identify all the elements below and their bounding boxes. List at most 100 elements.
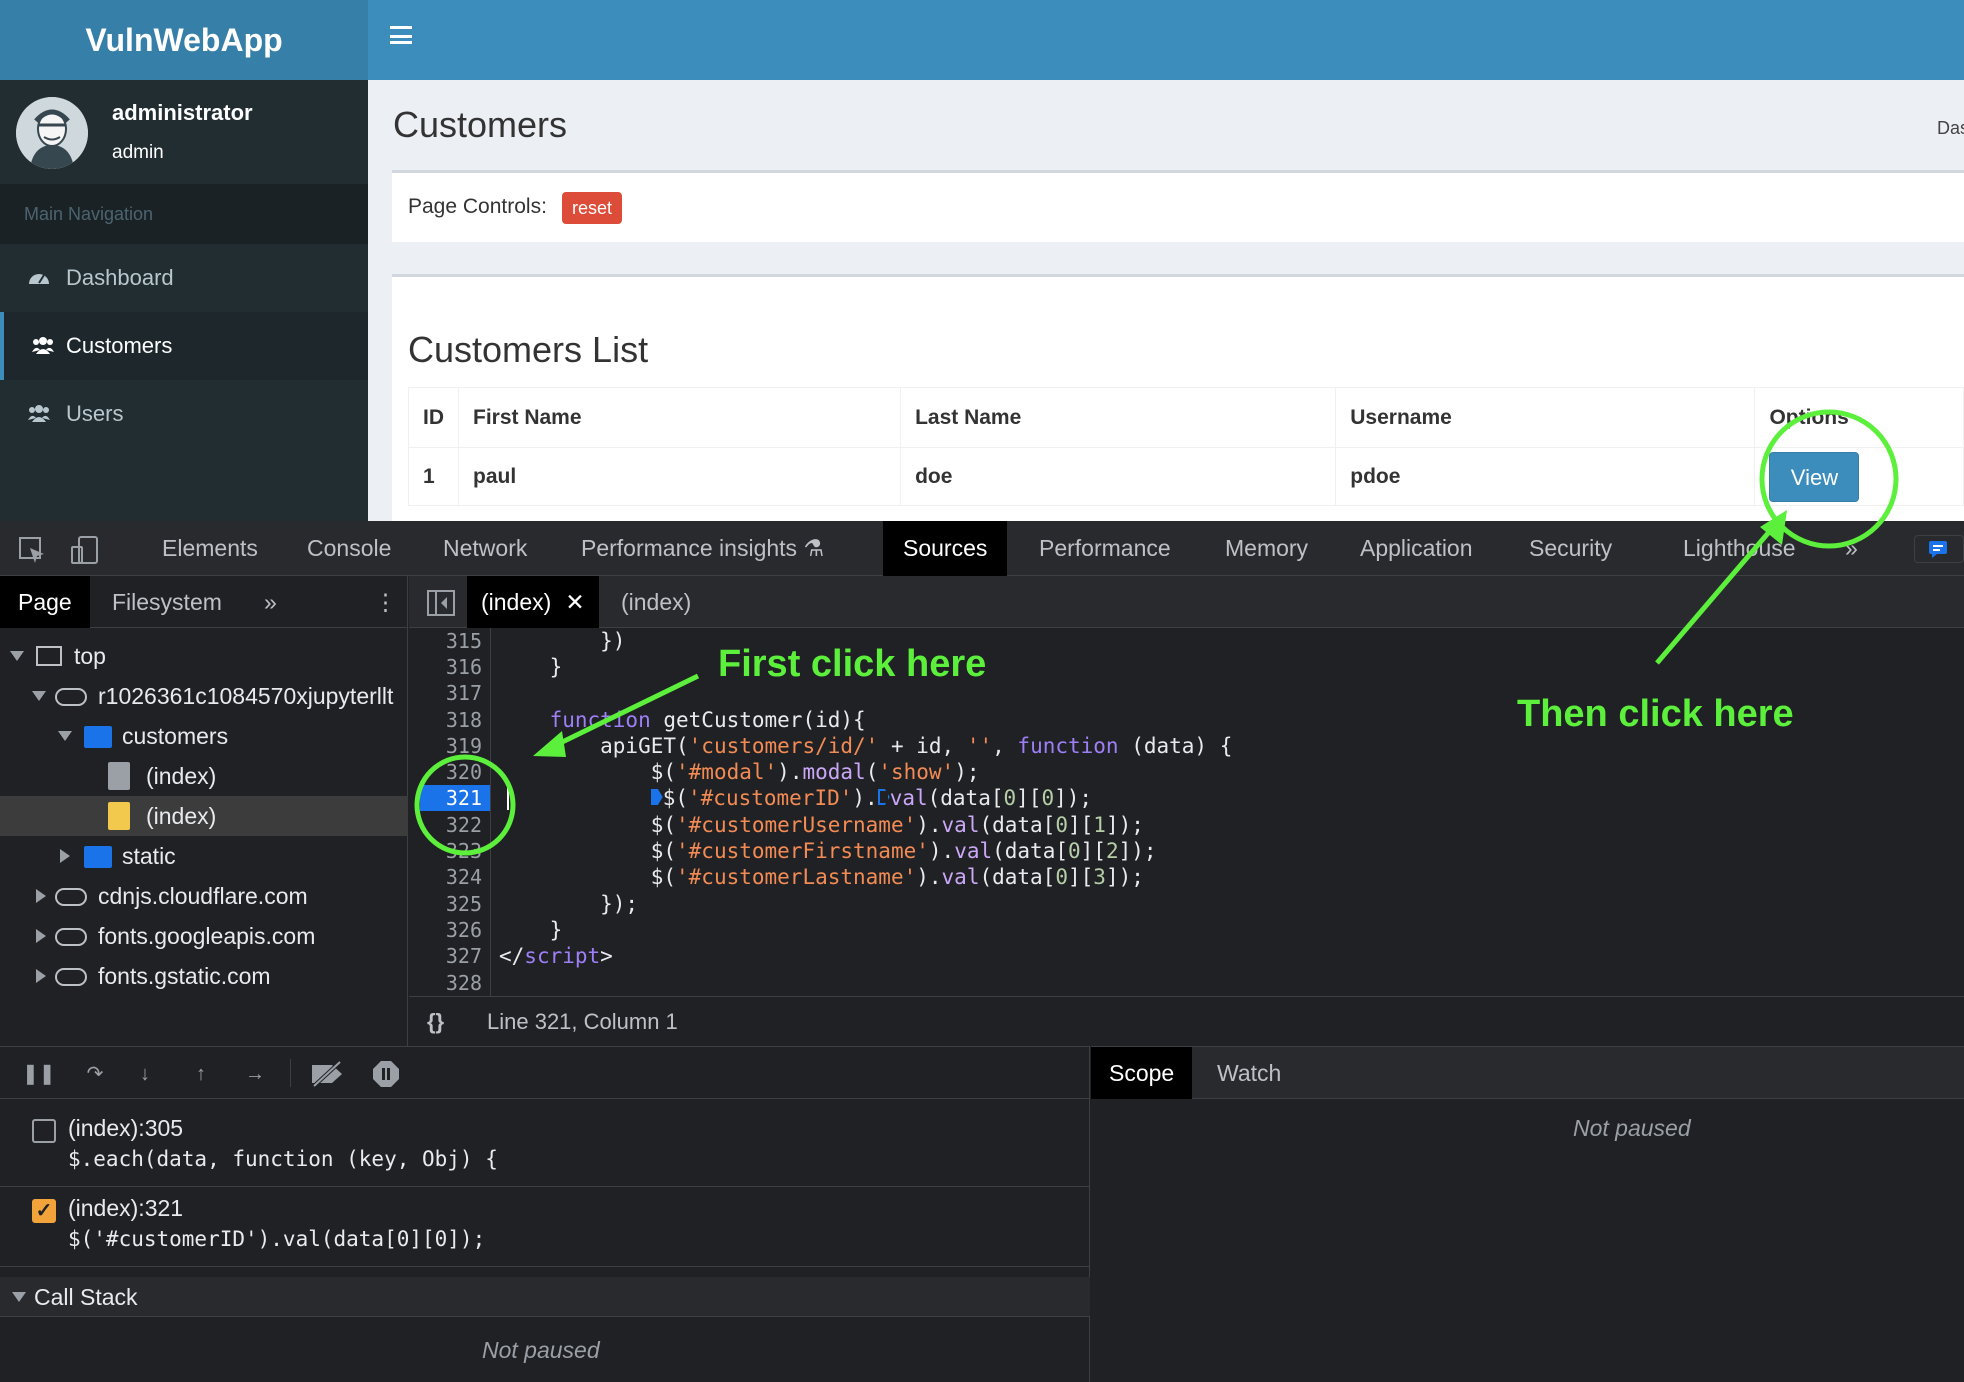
method: val xyxy=(941,865,980,889)
tree-item-customers[interactable]: customers xyxy=(0,716,408,756)
tab-application[interactable]: Application xyxy=(1340,521,1493,576)
code-line: }) xyxy=(499,629,626,653)
user-panel: administrator admin xyxy=(0,80,368,184)
code-text: (data[ xyxy=(979,865,1056,889)
line-number[interactable]: 319 xyxy=(446,733,482,759)
scope-status: Not paused xyxy=(1573,1115,1691,1141)
tab-security[interactable]: Security xyxy=(1509,521,1632,576)
breakpoint-checkbox[interactable]: ✓ xyxy=(32,1199,56,1223)
folder-icon xyxy=(84,846,112,868)
code-text: ). xyxy=(852,786,878,810)
code-text: ]); xyxy=(1105,865,1144,889)
line-number[interactable]: 326 xyxy=(446,917,482,943)
line-number[interactable]: 320 xyxy=(446,759,482,785)
tab-performance[interactable]: Performance xyxy=(1019,521,1191,576)
customers-list-box: Customers List ID First Name Last Name U… xyxy=(392,274,1964,521)
sidebar-item-dashboard[interactable]: Dashboard xyxy=(0,244,368,312)
code-text: ). xyxy=(777,760,803,784)
line-number[interactable]: 317 xyxy=(446,680,482,706)
tree-item-fonts-gstatic[interactable]: fonts.gstatic.com xyxy=(0,956,408,996)
call-stack-header[interactable]: Call Stack xyxy=(0,1277,1090,1317)
inline-breakpoint-icon[interactable] xyxy=(650,789,663,805)
editor-tabs: (index) ✕ (index) xyxy=(409,576,1964,628)
breakpoint-location[interactable]: (index):305 xyxy=(68,1115,183,1142)
tab-console[interactable]: Console xyxy=(287,521,411,576)
more-tabs-icon[interactable]: » xyxy=(1825,521,1878,576)
code-text: $( xyxy=(499,865,677,889)
menu-toggle-icon[interactable] xyxy=(390,26,412,44)
tree-item-top[interactable]: top xyxy=(0,636,408,676)
sidebar: administrator admin Main Navigation Dash… xyxy=(0,80,368,521)
code-text: ). xyxy=(916,813,942,837)
breadcrumb[interactable]: Das xyxy=(1937,118,1964,139)
kebab-menu-icon[interactable]: ⋮ xyxy=(356,576,415,628)
tab-filesystem[interactable]: Filesystem xyxy=(94,576,240,628)
step-icon[interactable]: → xyxy=(244,1063,266,1085)
step-out-icon[interactable]: ↑ xyxy=(190,1063,212,1085)
step-into-icon[interactable]: ↓ xyxy=(134,1063,156,1085)
tree-item-origin[interactable]: r1026361c1084570xjupyterllt xyxy=(0,676,408,716)
line-number[interactable]: 327 xyxy=(446,943,482,969)
string: '#customerUsername' xyxy=(676,813,917,837)
tab-performance-insights[interactable]: Performance insights ⚗ xyxy=(561,521,844,576)
flask-icon: ⚗ xyxy=(803,535,825,561)
tab-watch[interactable]: Watch xyxy=(1199,1047,1299,1099)
issues-badge[interactable] xyxy=(1914,535,1964,563)
line-number[interactable]: 318 xyxy=(446,707,482,733)
line-number[interactable]: 323 xyxy=(446,838,482,864)
close-icon[interactable]: ✕ xyxy=(565,589,584,615)
app-logo[interactable]: VulnWebApp xyxy=(0,0,368,80)
breakpoint-code[interactable]: $('#customerID').val(data[0][0]); xyxy=(68,1227,485,1251)
reset-button[interactable]: reset xyxy=(562,192,623,224)
code-text: , xyxy=(992,734,1018,758)
line-number[interactable]: 316 xyxy=(446,654,482,680)
tab-elements[interactable]: Elements xyxy=(142,521,278,576)
tab-scope[interactable]: Scope xyxy=(1091,1047,1193,1099)
sidebar-item-customers[interactable]: Customers xyxy=(0,312,368,380)
column-header: Username xyxy=(1335,387,1756,448)
tree-item-static[interactable]: static xyxy=(0,836,408,876)
pause-icon[interactable]: ❚❚ xyxy=(22,1063,56,1085)
pretty-print-icon[interactable]: {} xyxy=(427,997,444,1047)
tab-page[interactable]: Page xyxy=(0,576,90,628)
more-tabs-icon[interactable]: » xyxy=(246,576,295,628)
debugger-toolbar: ❚❚ ↷ ↓ ↑ → xyxy=(0,1047,1090,1099)
breakpoint-line-marker[interactable]: 321 xyxy=(420,785,490,811)
tab-network[interactable]: Network xyxy=(423,521,547,576)
line-number[interactable]: 322 xyxy=(446,812,482,838)
pause-on-exceptions-icon[interactable] xyxy=(372,1060,400,1088)
inline-breakpoint-icon[interactable] xyxy=(877,789,890,805)
code-line: $('#modal').modal('show'); xyxy=(499,759,980,785)
device-toolbar-icon[interactable] xyxy=(70,535,100,565)
breakpoint-location[interactable]: (index):321 xyxy=(68,1195,183,1222)
tree-item-index-selected[interactable]: (index) xyxy=(0,796,408,836)
line-number[interactable]: 325 xyxy=(446,891,482,917)
tree-item-index[interactable]: (index) xyxy=(0,756,408,796)
step-over-icon[interactable]: ↷ xyxy=(78,1063,112,1085)
tree-label: fonts.googleapis.com xyxy=(98,923,316,949)
sidebar-item-users[interactable]: Users xyxy=(0,380,368,448)
editor-tab-index[interactable]: (index) ✕ xyxy=(467,576,599,628)
deactivate-breakpoints-icon[interactable] xyxy=(310,1061,346,1087)
line-number[interactable]: 328 xyxy=(446,970,482,996)
tab-lighthouse[interactable]: Lighthouse xyxy=(1663,521,1816,576)
editor-tab-index-2[interactable]: (index) xyxy=(607,576,705,628)
line-number[interactable]: 315 xyxy=(446,628,482,654)
line-number[interactable]: 324 xyxy=(446,864,482,890)
tree-item-cdnjs[interactable]: cdnjs.cloudflare.com xyxy=(0,876,408,916)
tree-item-fonts-googleapis[interactable]: fonts.googleapis.com xyxy=(0,916,408,956)
view-button[interactable]: View xyxy=(1769,451,1860,502)
breakpoint-checkbox[interactable] xyxy=(32,1119,56,1143)
code-text: ]); xyxy=(1054,786,1093,810)
breakpoint-code[interactable]: $.each(data, function (key, Obj) { xyxy=(68,1147,498,1171)
tab-memory[interactable]: Memory xyxy=(1205,521,1328,576)
number: 2 xyxy=(1105,839,1119,863)
call-stack-status: Not paused xyxy=(482,1337,600,1363)
inspect-element-icon[interactable] xyxy=(18,536,46,564)
page-controls-label: Page Controls: xyxy=(408,195,547,218)
toggle-navigator-icon[interactable] xyxy=(427,590,455,616)
tab-sources[interactable]: Sources xyxy=(883,521,1008,576)
line-number-gutter[interactable]: 315 316 317 318 319 320 321 322 323 324 … xyxy=(409,628,491,996)
tree-label: (index) xyxy=(146,803,217,829)
string: '' xyxy=(966,734,993,758)
